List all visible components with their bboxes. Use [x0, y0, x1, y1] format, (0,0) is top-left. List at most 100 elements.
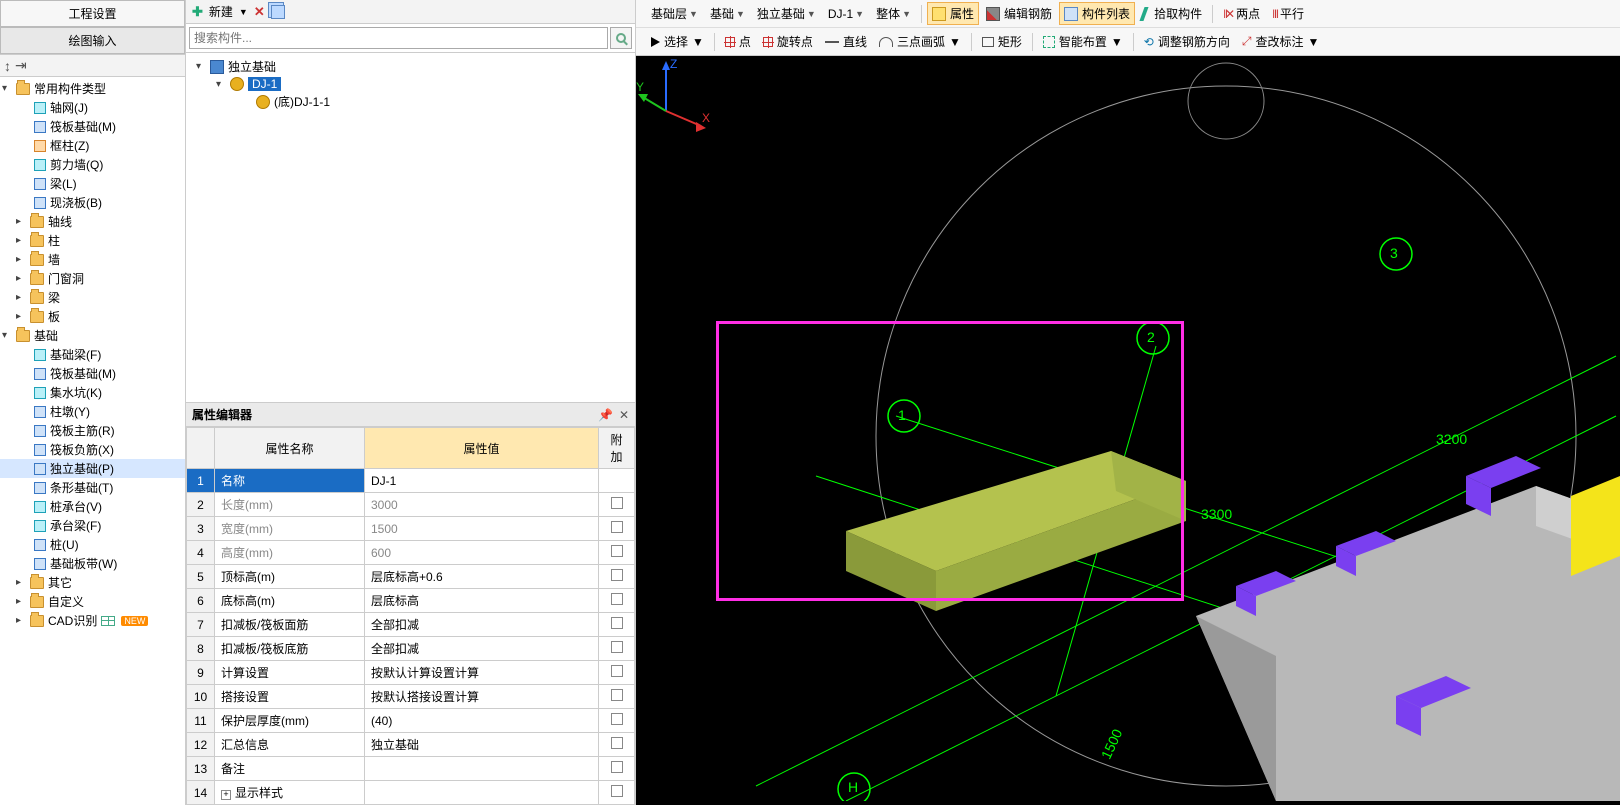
prop-value[interactable]: 层底标高+0.6	[365, 565, 599, 589]
ct-root[interactable]: ▾独立基础	[190, 57, 631, 76]
checkbox[interactable]	[611, 737, 623, 749]
ct-bottom[interactable]: (底)DJ-1-1	[190, 92, 631, 111]
checkbox[interactable]	[611, 497, 623, 509]
tree-common[interactable]: ▾常用构件类型	[0, 79, 185, 98]
prop-row[interactable]: 2长度(mm)3000	[187, 493, 635, 517]
checkbox[interactable]	[611, 569, 623, 581]
tree-fstrip[interactable]: 基础板带(W)	[0, 554, 185, 573]
prop-row[interactable]: 4高度(mm)600	[187, 541, 635, 565]
tree-pier[interactable]: 柱墩(Y)	[0, 402, 185, 421]
expand-icon[interactable]: +	[221, 790, 231, 800]
checkbox[interactable]	[611, 641, 623, 653]
tree-wall[interactable]: ▸墙	[0, 250, 185, 269]
search-button[interactable]	[610, 27, 632, 49]
prop-row[interactable]: 8扣减板/筏板底筋全部扣减	[187, 637, 635, 661]
btn-rebar-orient[interactable]: ⟲调整钢筋方向	[1139, 30, 1235, 53]
dd-whole[interactable]: 整体▼	[871, 3, 916, 24]
prop-value[interactable]: 层底标高	[365, 589, 599, 613]
prop-value[interactable]: 1500	[365, 517, 599, 541]
dd-component[interactable]: DJ-1▼	[823, 5, 869, 23]
tab-project-settings[interactable]: 工程设置	[0, 0, 185, 27]
tree-capbeam[interactable]: 承台梁(F)	[0, 516, 185, 535]
checkbox[interactable]	[611, 665, 623, 677]
checkbox[interactable]	[611, 521, 623, 533]
checkbox[interactable]	[611, 713, 623, 725]
btn-twopoint[interactable]: ‖✕两点	[1218, 2, 1265, 25]
pin-icon[interactable]: 📌	[598, 408, 613, 422]
prop-value[interactable]: 按默认计算设置计算	[365, 661, 599, 685]
tree-raft2[interactable]: 筏板基础(M)	[0, 364, 185, 383]
prop-row[interactable]: 1名称DJ-1	[187, 469, 635, 493]
btn-select[interactable]: 选择▼	[646, 30, 709, 53]
ct-dj1[interactable]: ▾DJ-1	[190, 76, 631, 92]
tree-raftmain[interactable]: 筏板主筋(R)	[0, 421, 185, 440]
tab-draw-input[interactable]: 绘图输入	[0, 27, 185, 54]
tree-isolated[interactable]: 独立基础(P)	[0, 459, 185, 478]
checkbox[interactable]	[611, 689, 623, 701]
prop-value[interactable]: 独立基础	[365, 733, 599, 757]
tree-cad[interactable]: ▸CAD识别 NEW	[0, 611, 185, 630]
close-icon[interactable]: ✕	[619, 408, 629, 422]
prop-value[interactable]: (40)	[365, 709, 599, 733]
btn-properties[interactable]: 属性	[927, 2, 979, 25]
dd-category[interactable]: 基础▼	[705, 3, 750, 24]
prop-value[interactable]	[365, 781, 599, 805]
dd-type[interactable]: 独立基础▼	[752, 3, 821, 24]
prop-row[interactable]: 5顶标高(m)层底标高+0.6	[187, 565, 635, 589]
new-button[interactable]: 新建	[209, 3, 233, 20]
tree-slab2[interactable]: ▸板	[0, 307, 185, 326]
tree-custom[interactable]: ▸自定义	[0, 592, 185, 611]
checkbox[interactable]	[611, 761, 623, 773]
prop-row[interactable]: 7扣减板/筏板面筋全部扣减	[187, 613, 635, 637]
btn-annotation[interactable]: ⤢查改标注▼	[1237, 30, 1325, 53]
tree-other[interactable]: ▸其它	[0, 573, 185, 592]
tree-beam2[interactable]: ▸梁	[0, 288, 185, 307]
tree-column[interactable]: 框柱(Z)	[0, 136, 185, 155]
prop-row[interactable]: 6底标高(m)层底标高	[187, 589, 635, 613]
tree-sump[interactable]: 集水坑(K)	[0, 383, 185, 402]
btn-smart-layout[interactable]: 智能布置▼	[1038, 30, 1128, 53]
checkbox[interactable]	[611, 785, 623, 797]
search-input[interactable]	[189, 27, 608, 49]
checkbox[interactable]	[611, 617, 623, 629]
tree-col[interactable]: ▸柱	[0, 231, 185, 250]
btn-parallel[interactable]: ‖‖平行	[1267, 2, 1309, 25]
prop-value[interactable]: 全部扣减	[365, 637, 599, 661]
3d-canvas[interactable]: 1 2 3 H 3200 3300 1500 Z Y X	[636, 56, 1620, 805]
prop-value[interactable]: 全部扣减	[365, 613, 599, 637]
btn-rotate-point[interactable]: 旋转点	[758, 30, 818, 53]
checkbox[interactable]	[611, 593, 623, 605]
prop-row[interactable]: 3宽度(mm)1500	[187, 517, 635, 541]
prop-value[interactable]: 3000	[365, 493, 599, 517]
btn-component-list[interactable]: 构件列表	[1059, 2, 1135, 25]
tree-fbeam[interactable]: 基础梁(F)	[0, 345, 185, 364]
btn-line[interactable]: 直线	[820, 30, 872, 53]
prop-row[interactable]: 13备注	[187, 757, 635, 781]
checkbox[interactable]	[611, 545, 623, 557]
tree-pilecap[interactable]: 桩承台(V)	[0, 497, 185, 516]
tree-pile[interactable]: 桩(U)	[0, 535, 185, 554]
copy-button[interactable]	[271, 5, 285, 19]
tree-slab[interactable]: 现浇板(B)	[0, 193, 185, 212]
tree-shearwall[interactable]: 剪力墙(Q)	[0, 155, 185, 174]
delete-button[interactable]: ✕	[254, 4, 265, 20]
left-expand-icon[interactable]: ↕	[4, 58, 11, 74]
tree-foundation[interactable]: ▾基础	[0, 326, 185, 345]
btn-arc[interactable]: 三点画弧▼	[874, 30, 966, 53]
tree-beam[interactable]: 梁(L)	[0, 174, 185, 193]
prop-row[interactable]: 14+显示样式	[187, 781, 635, 805]
prop-value[interactable]	[365, 757, 599, 781]
btn-point[interactable]: 点	[720, 30, 756, 53]
tree-strip[interactable]: 条形基础(T)	[0, 478, 185, 497]
prop-value[interactable]: 600	[365, 541, 599, 565]
tree-raftneg[interactable]: 筏板负筋(X)	[0, 440, 185, 459]
btn-pick[interactable]: 拾取构件	[1137, 2, 1207, 25]
prop-row[interactable]: 10搭接设置按默认搭接设置计算	[187, 685, 635, 709]
left-collapse-icon[interactable]: ⇥	[15, 57, 27, 74]
prop-row[interactable]: 9计算设置按默认计算设置计算	[187, 661, 635, 685]
tree-grid[interactable]: 轴网(J)	[0, 98, 185, 117]
dd-floor[interactable]: 基础层▼	[646, 3, 703, 24]
prop-value[interactable]: DJ-1	[365, 469, 599, 493]
prop-value[interactable]: 按默认搭接设置计算	[365, 685, 599, 709]
prop-row[interactable]: 12汇总信息独立基础	[187, 733, 635, 757]
